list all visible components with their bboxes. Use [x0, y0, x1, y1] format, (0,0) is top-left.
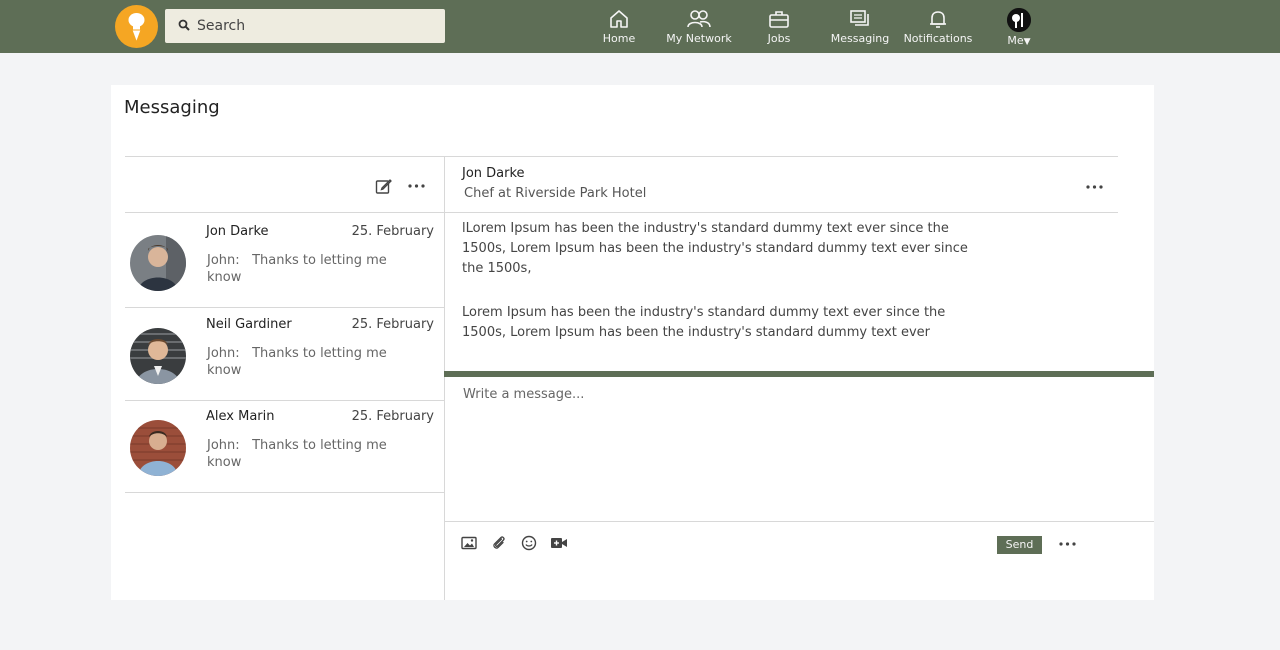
avatar: [130, 328, 186, 384]
nav-me-text: Me: [1007, 34, 1024, 47]
messaging-card: Messaging Jon Darke 25. February John: T…: [111, 85, 1154, 600]
conversation-name: Neil Gardiner: [206, 317, 292, 332]
nav-home[interactable]: Home: [596, 8, 642, 50]
preview-sender: John:: [207, 438, 240, 453]
video-icon[interactable]: [550, 535, 568, 551]
compose-divider: [444, 371, 1154, 377]
search-input[interactable]: [197, 9, 437, 43]
conversation-preview: John: Thanks to letting me know: [207, 437, 397, 471]
nav-my-network[interactable]: My Network: [664, 8, 734, 50]
divider: [125, 492, 444, 493]
conversation-date: 25. February: [351, 317, 434, 332]
send-button[interactable]: Send: [997, 536, 1042, 554]
nav-messaging[interactable]: Messaging: [828, 8, 892, 50]
page-title: Messaging: [124, 97, 220, 118]
chef-logo-icon[interactable]: [115, 5, 158, 48]
search-bar[interactable]: [165, 9, 445, 43]
chat-contact-name: Jon Darke: [462, 166, 525, 181]
preview-sender: John:: [207, 346, 240, 361]
avatar: [130, 235, 186, 291]
conversation-name: Alex Marin: [206, 409, 275, 424]
nav-notifications[interactable]: Notifications: [903, 8, 973, 50]
briefcase-icon: [769, 11, 789, 28]
conversation-date: 25. February: [351, 409, 434, 424]
caret-down-icon: ▼: [1023, 37, 1031, 47]
nav-home-label: Home: [602, 32, 636, 45]
nav-network-label: My Network: [666, 32, 732, 45]
home-icon: [610, 10, 628, 28]
preview-sender: John:: [207, 253, 240, 268]
smiley-icon[interactable]: [521, 535, 537, 551]
nav-me-label: Me▼: [1001, 34, 1037, 49]
nav-jobs-label: Jobs: [767, 32, 791, 45]
divider: [444, 156, 445, 600]
more-horizontal-icon[interactable]: [1059, 542, 1076, 546]
search-icon: [178, 19, 190, 31]
more-horizontal-icon[interactable]: [408, 184, 425, 188]
chat-message: lLorem Ipsum has been the industry's sta…: [462, 221, 968, 276]
more-horizontal-icon[interactable]: [1086, 185, 1103, 189]
nav-notifications-label: Notifications: [903, 32, 973, 45]
nav-messaging-label: Messaging: [830, 32, 890, 45]
people-icon: [687, 10, 711, 28]
divider: [125, 156, 1118, 157]
paperclip-icon[interactable]: [491, 535, 507, 551]
avatar: [130, 420, 186, 476]
edit-icon[interactable]: [375, 178, 392, 195]
avatar: [1007, 8, 1031, 32]
conversation-item[interactable]: Jon Darke 25. February John: Thanks to l…: [125, 213, 444, 306]
image-icon[interactable]: [461, 535, 477, 551]
chat-icon: [850, 10, 869, 26]
conversation-item[interactable]: Alex Marin 25. February John: Thanks to …: [125, 398, 444, 491]
conversation-preview: John: Thanks to letting me know: [207, 252, 397, 286]
chat-message: Lorem Ipsum has been the industry's stan…: [462, 305, 946, 340]
conversation-item[interactable]: Neil Gardiner 25. February John: Thanks …: [125, 306, 444, 399]
message-input[interactable]: [463, 387, 1133, 507]
conversation-name: Jon Darke: [206, 224, 269, 239]
conversation-preview: John: Thanks to letting me know: [207, 345, 397, 379]
top-navbar: Home My Network Jobs Messaging: [0, 0, 1280, 53]
chat-contact-title: Chef at Riverside Park Hotel: [464, 186, 647, 201]
divider: [444, 521, 1154, 522]
conversation-date: 25. February: [351, 224, 434, 239]
nav-me[interactable]: Me▼: [1001, 8, 1037, 50]
nav-jobs[interactable]: Jobs: [760, 8, 798, 50]
bell-icon: [930, 11, 946, 28]
